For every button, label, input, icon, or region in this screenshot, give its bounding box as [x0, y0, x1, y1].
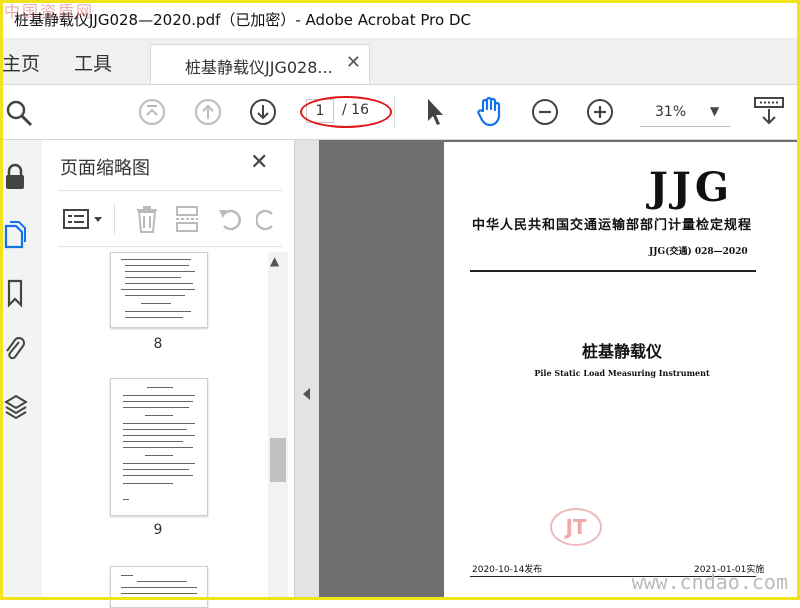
extract-icon[interactable] [174, 204, 200, 238]
layers-icon[interactable] [3, 392, 29, 426]
header-rule [470, 270, 756, 272]
attachment-icon[interactable] [3, 334, 27, 368]
next-page-icon[interactable] [249, 98, 277, 130]
lock-icon[interactable] [3, 162, 27, 196]
chevron-down-icon[interactable]: ▼ [710, 104, 719, 118]
search-icon[interactable] [4, 98, 34, 132]
left-rail [0, 140, 43, 600]
toolbar-divider [394, 95, 396, 133]
zoom-in-icon[interactable] [586, 98, 614, 130]
hand-tool-icon[interactable] [475, 95, 505, 131]
page-thumbnail[interactable] [110, 566, 208, 608]
issue-date: 2020-10-14发布 [472, 565, 543, 575]
document-tab-label: 桩基静载仪JJG028... [185, 58, 333, 77]
thumbnail-scrollbar[interactable] [268, 252, 288, 600]
watermark-top-left: 中国资质网 [4, 2, 95, 21]
title-bar: 桩基静载仪JJG028—2020.pdf（已加密）- Adobe Acrobat… [0, 0, 800, 38]
page-thumbnail[interactable] [110, 378, 208, 516]
tab-bar: 主页 工具 桩基静载仪JJG028... ✕ [0, 38, 800, 85]
document-english-title: Pile Static Load Measuring Instrument [534, 368, 710, 378]
options-menu-icon[interactable] [62, 206, 106, 236]
jjg-logo: JJG [649, 164, 734, 211]
thumbnail-panel: 页面缩略图 ✕ 8 9 ▲ [42, 140, 295, 608]
panel-collapse-gutter[interactable] [295, 140, 319, 600]
thumbnail-label: 8 [153, 336, 163, 352]
collapse-arrow-icon[interactable] [303, 388, 310, 400]
tab-tools[interactable]: 工具 [74, 49, 112, 76]
scrollbar-thumb[interactable] [270, 438, 286, 482]
thumbnail-label: 9 [153, 522, 163, 538]
standard-code: JJG(交通) 028—2020 [649, 247, 748, 257]
rotate-right-icon[interactable] [255, 204, 280, 238]
bookmark-icon[interactable] [3, 278, 27, 312]
panel-toolbar [60, 202, 280, 238]
scroll-mode-icon[interactable] [752, 95, 786, 131]
zoom-out-icon[interactable] [531, 98, 559, 130]
select-arrow-icon[interactable] [424, 97, 446, 131]
first-page-icon[interactable] [138, 98, 166, 130]
watermark-bottom-right: www.cndao.com [631, 570, 788, 594]
page-thumbnails-icon[interactable] [3, 220, 29, 254]
document-title: 桩基静载仪 [581, 342, 662, 361]
page-thumbnail[interactable] [110, 252, 208, 328]
issuing-organization: 中华人民共和国交通运输部部门计量检定规程 [472, 218, 753, 233]
close-icon[interactable]: ✕ [250, 150, 268, 175]
close-tab-icon[interactable]: ✕ [346, 52, 361, 73]
tab-home[interactable]: 主页 [2, 49, 40, 76]
document-page: JJG 中华人民共和国交通运输部部门计量检定规程 JJG(交通) 028—202… [444, 142, 800, 598]
delete-icon[interactable] [134, 204, 160, 238]
chevron-up-icon[interactable]: ▲ [270, 254, 279, 268]
panel-divider [58, 190, 282, 191]
tab-document[interactable]: 桩基静载仪JJG028... ✕ [150, 44, 370, 84]
jt-stamp-logo: JT [550, 508, 602, 546]
toolbar-divider [114, 204, 116, 238]
red-annotation-ellipse [300, 96, 392, 128]
panel-divider [58, 246, 282, 247]
previous-page-icon[interactable] [194, 98, 222, 130]
rotate-left-icon[interactable] [216, 204, 244, 238]
panel-title: 页面缩略图 [60, 158, 150, 179]
zoom-value: 31% [655, 104, 687, 120]
